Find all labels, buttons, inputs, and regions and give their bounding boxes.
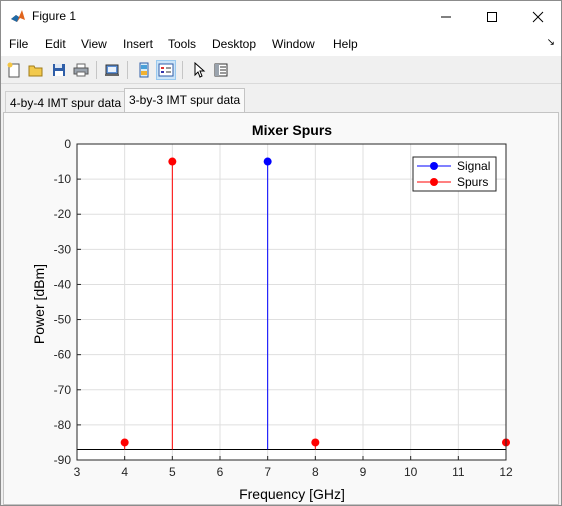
menu-tools[interactable]: Tools [168,37,196,51]
toolbar-separator [127,61,128,79]
title-bar: Figure 1 [1,1,561,32]
matlab-icon [10,8,26,24]
y-tick-label: -40 [54,277,72,291]
mixer-spurs-chart: Mixer Spurs Frequency [GHz] Power [dBm] … [31,122,513,502]
print-preview-icon[interactable] [102,60,122,80]
y-tick-label: -80 [54,418,72,432]
window-title: Figure 1 [32,9,77,23]
x-tick-label: 8 [312,465,319,479]
stem-marker [311,438,320,447]
legend-label: Spurs [457,175,488,189]
minimize-button[interactable] [423,1,469,32]
menu-insert[interactable]: Insert [123,37,153,51]
insert-legend-icon[interactable] [156,60,176,80]
link-plot-icon[interactable] [134,60,154,80]
menu-desktop[interactable]: Desktop [212,37,256,51]
menu-bar: File Edit View Insert Tools Desktop Wind… [1,32,561,56]
x-tick-label: 4 [121,465,128,479]
new-figure-icon[interactable] [4,60,24,80]
y-tick-label: -20 [54,207,72,221]
y-tick-label: 0 [64,137,71,151]
property-inspector-icon[interactable] [211,60,231,80]
y-tick-label: -50 [54,313,72,327]
x-tick-label: 6 [217,465,224,479]
x-tick-label: 7 [264,465,271,479]
tab-3-by-3-imt-spur-data[interactable]: 3-by-3 IMT spur data [124,88,246,114]
pointer-icon[interactable] [189,60,209,80]
x-tick-label: 3 [74,465,81,479]
stem-marker [263,157,272,166]
y-tick-label: -70 [54,383,72,397]
y-tick-label: -90 [54,453,72,467]
stem-marker [120,438,129,447]
y-tick-label: -30 [54,242,72,256]
save-icon[interactable] [49,60,69,80]
toolbar-separator [96,61,97,79]
toolbar-separator [182,61,183,79]
y-axis-label: Power [dBm] [31,264,47,344]
x-tick-label: 12 [499,465,513,479]
maximize-button[interactable] [469,1,515,32]
menu-file[interactable]: File [9,37,28,51]
menu-edit[interactable]: Edit [45,37,66,51]
legend-label: Signal [457,159,490,173]
x-tick-label: 5 [169,465,176,479]
tab-panel: Mixer Spurs Frequency [GHz] Power [dBm] … [3,112,559,505]
legend-marker [430,178,438,186]
toolbar [1,57,561,84]
x-axis-label: Frequency [GHz] [239,486,345,502]
menu-overflow-icon[interactable]: ↘ [547,37,555,48]
open-file-icon[interactable] [26,60,46,80]
y-tick-label: -60 [54,348,72,362]
x-tick-label: 10 [404,465,418,479]
menu-window[interactable]: Window [272,37,315,51]
tab-4-by-4-imt-spur-data[interactable]: 4-by-4 IMT spur data [5,91,127,113]
x-tick-label: 9 [360,465,367,479]
legend: Signal Spurs [412,156,497,192]
figure-window: Figure 1 File Edit View Insert Tools Des… [0,0,562,506]
print-icon[interactable] [71,60,91,80]
x-tick-label: 11 [452,465,465,479]
stem-marker [168,157,177,166]
legend-marker [430,162,438,170]
close-button[interactable] [515,1,561,32]
menu-view[interactable]: View [81,37,107,51]
chart-title: Mixer Spurs [252,122,332,138]
y-tick-label: -10 [54,172,72,186]
tab-strip: 4-by-4 IMT spur data 3-by-3 IMT spur dat… [1,87,561,114]
menu-help[interactable]: Help [333,37,358,51]
